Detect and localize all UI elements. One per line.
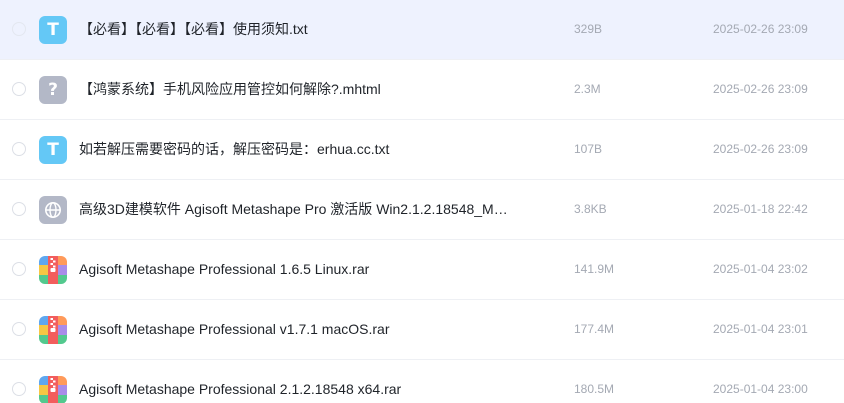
file-name[interactable]: Agisoft Metashape Professional 2.1.2.185… [79,360,509,403]
archive-file-icon [39,256,67,284]
file-name[interactable]: 高级3D建模软件 Agisoft Metashape Pro 激活版 Win2.… [79,180,509,239]
text-file-icon: T [39,136,67,164]
row-checkbox[interactable] [12,262,26,276]
file-list: T 【必看】【必看】【必看】使用须知.txt 329B 2025-02-26 2… [0,0,844,403]
unknown-file-icon: ? [39,76,67,104]
archive-file-icon [39,316,67,344]
file-name[interactable]: Agisoft Metashape Professional v1.7.1 ma… [79,300,509,359]
file-size: 177.4M [574,322,615,336]
file-size: 180.5M [574,382,615,396]
file-date: 2025-01-04 23:02 [713,262,808,276]
row-checkbox[interactable] [12,202,26,216]
file-name[interactable]: 【鸿蒙系统】手机风险应用管控如何解除?.mhtml [79,60,509,119]
file-row[interactable]: T 如若解压需要密码的话，解压密码是：erhua.cc.txt 107B 202… [0,120,844,180]
web-file-icon [39,196,67,224]
row-checkbox[interactable] [12,142,26,156]
file-size: 329B [574,22,603,36]
file-date: 2025-02-26 23:09 [713,22,808,36]
text-file-icon: T [39,16,67,44]
file-date: 2025-01-04 23:01 [713,322,808,336]
file-row[interactable]: ? 【鸿蒙系统】手机风险应用管控如何解除?.mhtml 2.3M 2025-02… [0,60,844,120]
file-row[interactable]: T 【必看】【必看】【必看】使用须知.txt 329B 2025-02-26 2… [0,0,844,60]
row-checkbox[interactable] [12,322,26,336]
file-date: 2025-02-26 23:09 [713,142,808,156]
row-checkbox[interactable] [12,382,26,396]
file-size: 2.3M [574,82,601,96]
row-checkbox[interactable] [12,82,26,96]
file-name[interactable]: 【必看】【必看】【必看】使用须知.txt [79,0,509,59]
file-date: 2025-01-18 22:42 [713,202,808,216]
file-date: 2025-01-04 23:00 [713,382,808,396]
file-name[interactable]: 如若解压需要密码的话，解压密码是：erhua.cc.txt [79,120,509,179]
file-row[interactable]: 高级3D建模软件 Agisoft Metashape Pro 激活版 Win2.… [0,180,844,240]
file-row[interactable]: Agisoft Metashape Professional 2.1.2.185… [0,360,844,403]
file-size: 141.9M [574,262,615,276]
file-row[interactable]: Agisoft Metashape Professional 1.6.5 Lin… [0,240,844,300]
file-row[interactable]: Agisoft Metashape Professional v1.7.1 ma… [0,300,844,360]
archive-file-icon [39,376,67,403]
file-date: 2025-02-26 23:09 [713,82,808,96]
file-size: 3.8KB [574,202,607,216]
file-size: 107B [574,142,603,156]
file-name[interactable]: Agisoft Metashape Professional 1.6.5 Lin… [79,240,509,299]
row-checkbox[interactable] [12,22,26,36]
